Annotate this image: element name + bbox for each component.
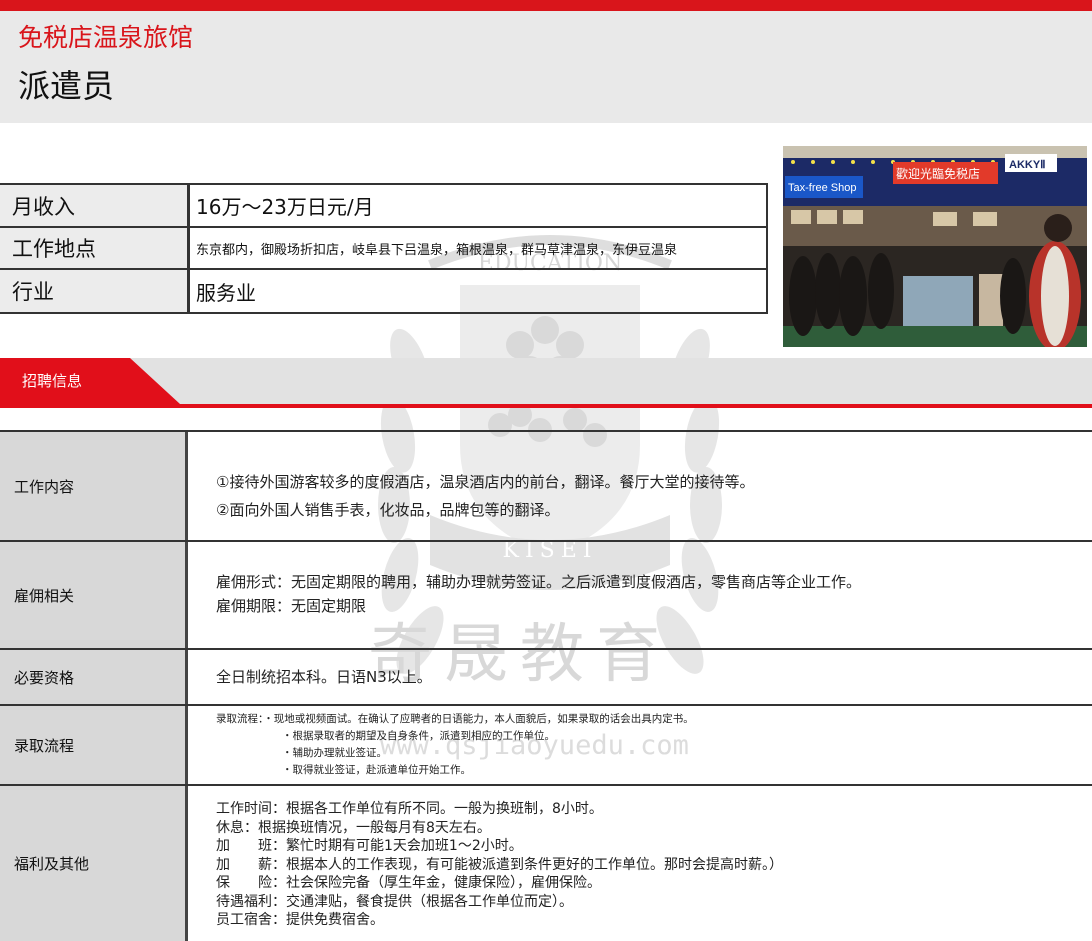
- summary-value: 东京都内，御殿场折扣店，岐阜县下吕温泉，箱根温泉，群马草津温泉，东伊豆温泉: [196, 242, 678, 258]
- details-row-requirements: 必要资格 全日制统招本科。日语N3以上。: [0, 648, 1092, 704]
- details-row-benefits: 福利及其他 工作时间：根据各工作单位有所不同。一般为换班制，8小时。 休息：根据…: [0, 784, 1092, 941]
- summary-label: 月收入: [0, 185, 190, 226]
- details-label: 录取流程: [0, 706, 188, 784]
- details-row-job-content: 工作内容 ①接待外国游客较多的度假酒店，温泉酒店内的前台，翻译。餐厅大堂的接待等…: [0, 430, 1092, 540]
- details-value: 雇佣形式：无固定期限的聘用，辅助办理就劳签证。之后派遣到度假酒店，零售商店等企业…: [188, 542, 1092, 648]
- details-value: 工作时间：根据各工作单位有所不同。一般为换班制，8小时。 休息：根据换班情况，一…: [188, 786, 1092, 941]
- detail-line: ②面向外国人销售手表，化妆品，品牌包等的翻译。: [216, 501, 560, 519]
- detail-line: 加 薪：根据本人的工作表现，有可能被派遣到条件更好的工作单位。那时会提高时薪。）: [216, 856, 783, 873]
- shop-photo: Tax-free Shop 歡迎光臨免税店 AKKYⅡ: [783, 146, 1087, 347]
- details-row-employment: 雇佣相关 雇佣形式：无固定期限的聘用，辅助办理就劳签证。之后派遣到度假酒店，零售…: [0, 540, 1092, 648]
- details-label: 雇佣相关: [0, 542, 188, 648]
- details-value: 全日制统招本科。日语N3以上。: [188, 650, 1092, 704]
- detail-line: ・辅助办理就业签证。: [282, 747, 387, 759]
- detail-line: 待遇福利：交通津贴，餐食提供（根据各工作单位而定）。: [216, 893, 573, 910]
- summary-row-location: 工作地点 东京都内，御殿场折扣店，岐阜县下吕温泉，箱根温泉，群马草津温泉，东伊豆…: [0, 228, 766, 270]
- page-title: 派遣员: [18, 67, 115, 105]
- detail-line: 保 险：社会保险完备（厚生年金，健康保险），雇佣保险。: [216, 875, 601, 891]
- sign-tax-free: Tax-free Shop: [788, 182, 856, 194]
- section-label: 招聘信息: [22, 372, 83, 390]
- detail-line: ・取得就业签证，赴派遣单位开始工作。: [282, 764, 471, 776]
- sign-welcome: 歡迎光臨免税店: [896, 166, 980, 181]
- detail-line: 录取流程：・现地或视频面试。在确认了应聘者的日语能力，本人面貌后，如果录取的话会…: [216, 713, 694, 725]
- details-label: 工作内容: [0, 432, 188, 540]
- summary-row-income: 月收入 16万～23万日元/月: [0, 185, 766, 228]
- sign-akky: AKKYⅡ: [1009, 159, 1046, 171]
- page-subtitle: 免税店温泉旅馆: [18, 23, 194, 52]
- detail-line: 加 班：繁忙时期有可能1天会加班1～2小时。: [216, 838, 523, 854]
- detail-line: 全日制统招本科。日语N3以上。: [216, 668, 432, 686]
- details-label: 必要资格: [0, 650, 188, 704]
- detail-line: ・根据录取者的期望及自身条件，派遣到相应的工作单位。: [282, 730, 555, 742]
- detail-line: 雇佣形式：无固定期限的聘用，辅助办理就劳签证。之后派遣到度假酒店，零售商店等企业…: [216, 573, 862, 591]
- details-table: 工作内容 ①接待外国游客较多的度假酒店，温泉酒店内的前台，翻译。餐厅大堂的接待等…: [0, 430, 1092, 941]
- summary-label: 行业: [0, 270, 190, 312]
- detail-line: 雇佣期限：无固定期限: [216, 597, 367, 615]
- details-label: 福利及其他: [0, 786, 188, 941]
- detail-line: 工作时间：根据各工作单位有所不同。一般为换班制，8小时。: [216, 801, 603, 817]
- section-underline: [0, 404, 1092, 408]
- top-accent-bar: [0, 0, 1092, 11]
- details-value: 录取流程：・现地或视频面试。在确认了应聘者的日语能力，本人面貌后，如果录取的话会…: [188, 706, 1092, 784]
- summary-table: 月收入 16万～23万日元/月 工作地点 东京都内，御殿场折扣店，岐阜县下吕温泉…: [0, 183, 768, 314]
- summary-row-industry: 行业 服务业: [0, 270, 766, 312]
- summary-value: 服务业: [196, 280, 256, 305]
- summary-label: 工作地点: [0, 228, 190, 268]
- details-value: ①接待外国游客较多的度假酒店，温泉酒店内的前台，翻译。餐厅大堂的接待等。 ②面向…: [188, 432, 1092, 540]
- detail-line: 休息：根据换班情况，一般每月有8天左右。: [216, 819, 491, 836]
- detail-line: ①接待外国游客较多的度假酒店，温泉酒店内的前台，翻译。餐厅大堂的接待等。: [216, 473, 755, 491]
- details-row-hiring-process: 录取流程 录取流程：・现地或视频面试。在确认了应聘者的日语能力，本人面貌后，如果…: [0, 704, 1092, 784]
- summary-value: 16万～23万日元/月: [196, 195, 374, 219]
- detail-line: 员工宿舍：提供免费宿舍。: [216, 912, 384, 928]
